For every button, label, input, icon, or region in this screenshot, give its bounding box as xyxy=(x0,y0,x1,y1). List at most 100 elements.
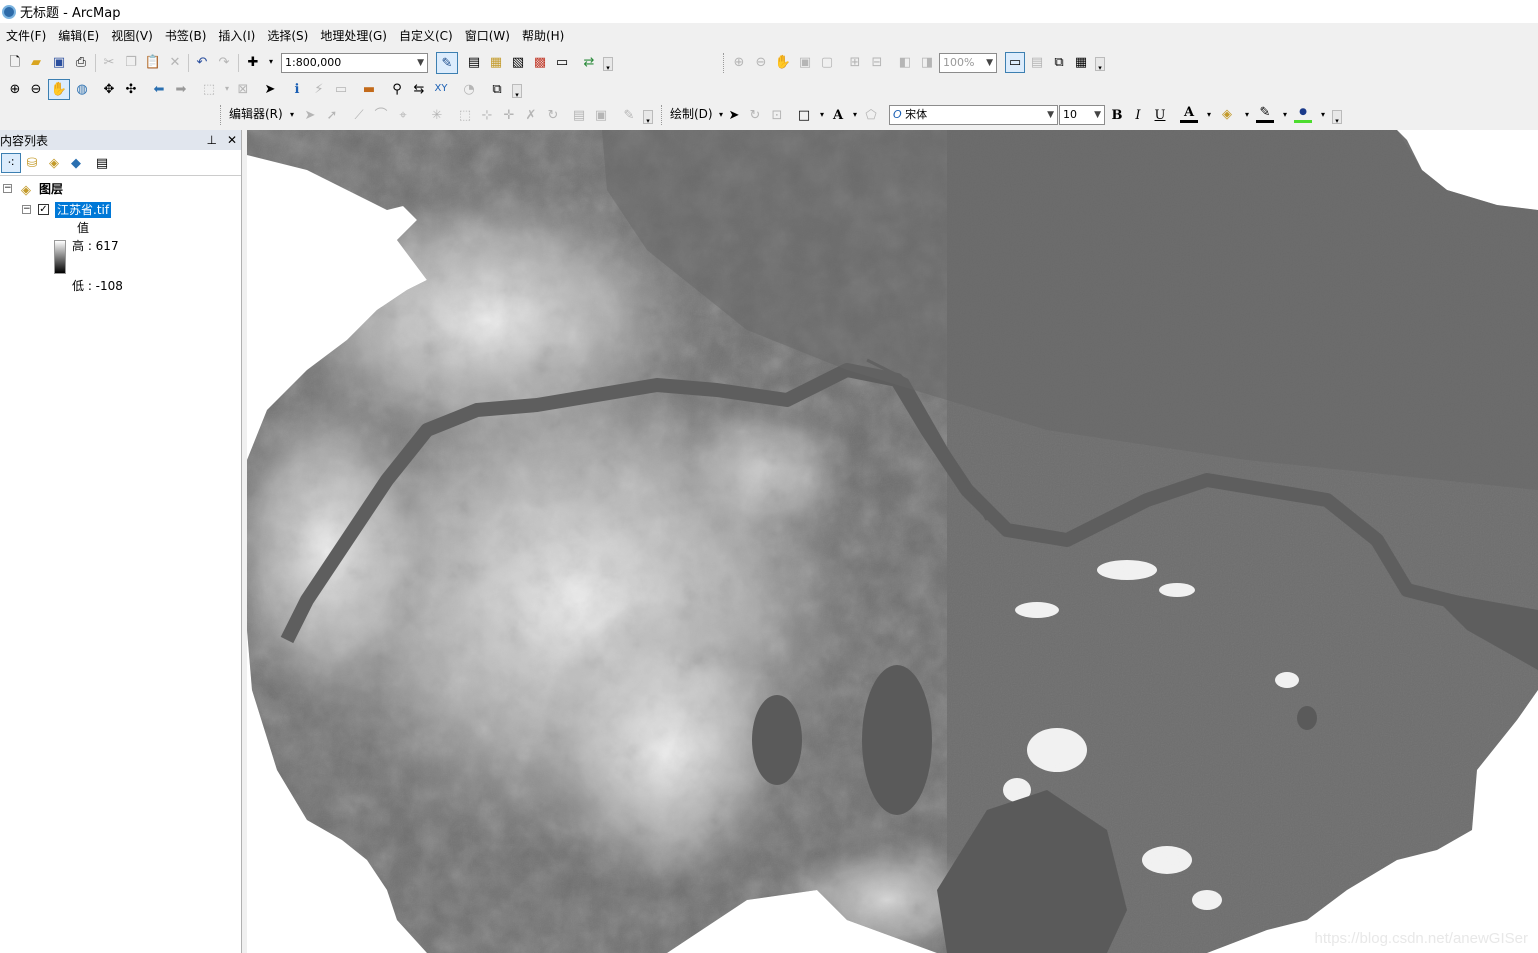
clear-selection-icon[interactable]: ⊠ xyxy=(234,80,252,98)
layout-zoom-in-icon[interactable]: ⊕ xyxy=(730,53,748,71)
zoom-100-percent-icon[interactable]: ▢ xyxy=(818,53,836,71)
open-folder-icon[interactable]: ▰ xyxy=(27,53,45,71)
reshape-icon[interactable]: ⬚ xyxy=(456,106,474,124)
font-size-combo[interactable]: 10 ▼ xyxy=(1059,105,1105,125)
fill-color-dropdown-icon[interactable]: ▾ xyxy=(1238,106,1256,124)
fixed-zoom-out-icon[interactable]: ✣ xyxy=(122,80,140,98)
line-color-icon[interactable]: ✎ xyxy=(1256,105,1274,123)
menu-edit[interactable]: 编辑(E) xyxy=(52,25,105,47)
toolbar-options-icon[interactable]: ▾ xyxy=(1332,110,1342,125)
select-features-icon[interactable]: ⬚ xyxy=(200,80,218,98)
menu-bookmarks[interactable]: 书签(B) xyxy=(159,25,213,47)
line-color-dropdown-icon[interactable]: ▾ xyxy=(1276,106,1294,124)
go-back-extent-icon[interactable]: ⬅ xyxy=(150,80,168,98)
arctoolbox-icon[interactable]: ▩ xyxy=(531,53,549,71)
go-to-xy-icon[interactable]: XY xyxy=(432,80,450,98)
zoom-whole-page-icon[interactable]: ▣ xyxy=(796,53,814,71)
toolbar-grip[interactable] xyxy=(723,53,726,73)
menu-geoprocessing[interactable]: 地理处理(G) xyxy=(314,25,393,47)
select-elements-icon[interactable]: ➤ xyxy=(725,106,743,124)
toolbar-options-icon[interactable]: ▾ xyxy=(1095,57,1105,72)
menu-customize[interactable]: 自定义(C) xyxy=(393,25,459,47)
underline-button[interactable]: U xyxy=(1151,106,1169,124)
marker-color-dropdown-icon[interactable]: ▾ xyxy=(1314,106,1332,124)
new-document-icon[interactable]: 🗋 xyxy=(6,53,24,71)
rotate-tool-icon[interactable]: ↻ xyxy=(544,106,562,124)
change-layout-icon[interactable]: ⧉ xyxy=(1050,53,1068,71)
menu-view[interactable]: 视图(V) xyxy=(105,25,159,47)
list-by-source-icon[interactable]: ⛁ xyxy=(23,154,41,172)
fixed-zoom-in-icon[interactable]: ✥ xyxy=(100,80,118,98)
editor-dropdown-icon[interactable]: ▾ xyxy=(283,106,301,124)
font-color-button[interactable]: A xyxy=(1180,105,1198,123)
undo-icon[interactable]: ↶ xyxy=(193,53,211,71)
create-viewer-window-icon[interactable]: ⧉ xyxy=(488,80,506,98)
data-driven-pages-icon[interactable]: ▦ xyxy=(1072,53,1090,71)
go-forward-extent-icon[interactable]: ➡ xyxy=(172,80,190,98)
delete-icon[interactable]: ✕ xyxy=(166,53,184,71)
menu-insert[interactable]: 插入(I) xyxy=(212,25,261,47)
map-scale-combo[interactable]: 1:800,000 ▼ xyxy=(281,53,428,73)
rotate-icon[interactable]: ✗ xyxy=(522,106,540,124)
edit-tool-icon[interactable]: ➤ xyxy=(301,106,319,124)
editor-toolbar-toggle-icon[interactable]: ✎ xyxy=(436,52,458,74)
edit-vertices-icon[interactable]: ✳ xyxy=(428,106,446,124)
draw-menu-button[interactable]: 绘制(D) xyxy=(670,104,713,124)
print-icon[interactable]: ⎙ xyxy=(72,53,90,71)
curve-icon[interactable]: ⌒ xyxy=(372,106,390,124)
toolbar-grip[interactable] xyxy=(220,105,223,125)
rotate-element-icon[interactable]: ↻ xyxy=(746,106,764,124)
toolbar-options-icon[interactable]: ▾ xyxy=(603,57,613,72)
copy-icon[interactable]: ❐ xyxy=(122,53,140,71)
save-icon[interactable]: ▣ xyxy=(50,53,68,71)
modelbuilder-icon[interactable]: ⇄ xyxy=(580,53,598,71)
open-time-slider-icon[interactable]: ◔ xyxy=(460,80,478,98)
map-display[interactable]: https://blog.csdn.net/anewGISer xyxy=(247,130,1538,953)
menu-windows[interactable]: 窗口(W) xyxy=(459,25,516,47)
close-icon[interactable]: ✕ xyxy=(227,133,237,147)
attributes-icon[interactable]: ▤ xyxy=(570,106,588,124)
font-name-combo[interactable]: O 宋体 ▼ xyxy=(889,105,1058,125)
focus-data-frame-icon[interactable]: ▤ xyxy=(1028,53,1046,71)
edit-vertices-draw-icon[interactable]: ⬠ xyxy=(862,106,880,124)
collapse-icon[interactable]: − xyxy=(3,184,12,193)
point-icon[interactable]: ⌖ xyxy=(394,106,412,124)
zoom-to-selected-elements-icon[interactable]: ⊡ xyxy=(768,106,786,124)
toolbar-grip[interactable] xyxy=(661,105,664,125)
toolbar-options-icon[interactable]: ▾ xyxy=(643,110,653,125)
html-popup-icon[interactable]: ▭ xyxy=(332,80,350,98)
list-by-drawing-order-icon[interactable]: ⁖ xyxy=(1,153,21,173)
fixed-zoom-out-layout-icon[interactable]: ⊟ xyxy=(868,53,886,71)
paste-icon[interactable]: 📋 xyxy=(144,53,162,71)
fill-color-icon[interactable]: ◈ xyxy=(1218,105,1236,123)
identify-icon[interactable]: ℹ xyxy=(288,80,306,98)
collapse-icon[interactable]: − xyxy=(22,205,31,214)
pin-icon[interactable]: ⊥ xyxy=(206,133,216,147)
toggle-draft-mode-icon[interactable]: ▭ xyxy=(1005,52,1025,73)
split-icon[interactable]: ✛ xyxy=(500,106,518,124)
bold-button[interactable]: B xyxy=(1108,106,1126,124)
layer-visibility-checkbox[interactable]: ✓ xyxy=(38,204,49,215)
search-window-icon[interactable]: ▧ xyxy=(509,53,527,71)
menu-file[interactable]: 文件(F) xyxy=(0,25,52,47)
list-by-visibility-icon[interactable]: ◈ xyxy=(45,154,63,172)
sketch-properties-icon[interactable]: ▣ xyxy=(592,106,610,124)
redo-icon[interactable]: ↷ xyxy=(215,53,233,71)
editor-menu-button[interactable]: 编辑器(R) xyxy=(229,104,283,124)
cut-polygons-icon[interactable]: ⊹ xyxy=(478,106,496,124)
toolbar-options-icon[interactable]: ▾ xyxy=(512,84,522,99)
toc-options-icon[interactable]: ▤ xyxy=(93,154,111,172)
create-features-icon[interactable]: ✎ xyxy=(620,106,638,124)
cut-icon[interactable]: ✂ xyxy=(100,53,118,71)
full-extent-icon[interactable]: ◍ xyxy=(73,80,91,98)
rectangle-icon[interactable]: □ xyxy=(795,106,813,124)
catalog-window-icon[interactable]: ▦ xyxy=(487,53,505,71)
find-route-icon[interactable]: ⇆ xyxy=(410,80,428,98)
menu-help[interactable]: 帮助(H) xyxy=(516,25,570,47)
table-of-contents-icon[interactable]: ▤ xyxy=(465,53,483,71)
layer-name-selected[interactable]: 江苏省.tif xyxy=(55,202,112,218)
new-text-icon[interactable]: A xyxy=(829,106,847,124)
font-color-dropdown-icon[interactable]: ▾ xyxy=(1200,106,1218,124)
measure-icon[interactable]: ▬ xyxy=(360,80,378,98)
data-frame-layers[interactable]: 图层 xyxy=(39,181,63,197)
